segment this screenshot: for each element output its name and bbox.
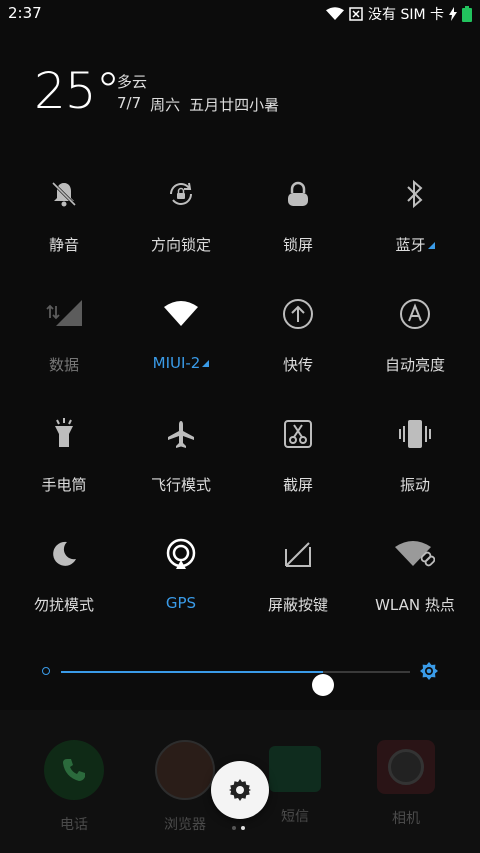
gear-icon <box>229 779 251 801</box>
settings-button[interactable] <box>211 761 269 819</box>
tile-label: 快传 <box>282 356 313 374</box>
weather-condition: 多云 <box>117 73 148 91</box>
vibrate-icon <box>395 414 435 454</box>
flashlight-icon <box>44 414 84 454</box>
tile-label: 屏蔽按键 <box>267 596 328 614</box>
tile-label: 蓝牙 <box>355 234 475 255</box>
bluetooth-icon <box>395 174 435 214</box>
brightness-thumb[interactable] <box>311 674 334 696</box>
tile-label: 截屏 <box>282 476 313 494</box>
page-dot <box>232 826 236 830</box>
moon-icon <box>44 534 84 574</box>
dock-label: 浏览器 <box>164 817 206 833</box>
tile-do-not-disturb[interactable]: 勿扰模式 <box>4 520 124 630</box>
tile-label: 手电筒 <box>41 476 87 494</box>
tile-wifi[interactable]: MIUI-2 <box>121 280 241 390</box>
hotspot-icon <box>395 534 435 574</box>
page-indicator <box>232 826 245 830</box>
tile-block-keys[interactable]: 屏蔽按键 <box>238 520 358 630</box>
tile-mobile-data[interactable]: 数据 <box>4 280 124 390</box>
tile-quick-transfer[interactable]: 快传 <box>238 280 358 390</box>
tile-label: WLAN 热点 <box>375 596 455 614</box>
date: 7/7 <box>117 94 142 112</box>
battery-icon <box>462 6 472 22</box>
tile-label: 方向锁定 <box>150 236 211 254</box>
browser-icon <box>155 740 215 800</box>
tile-label: 自动亮度 <box>384 356 445 374</box>
date-line: 7/7 周六 五月廿四小暑 <box>117 94 279 115</box>
phone-icon <box>44 740 104 800</box>
screenshot-icon <box>278 414 318 454</box>
status-bar: 2:37 没有 SIM 卡 <box>0 0 480 28</box>
wifi-status-icon <box>326 7 344 20</box>
clock: 2:37 <box>8 4 42 22</box>
upload-icon <box>278 294 318 334</box>
tile-bluetooth[interactable]: 蓝牙 <box>355 160 475 270</box>
tile-airplane-mode[interactable]: 飞行模式 <box>121 400 241 510</box>
weekday: 周六 <box>150 96 181 114</box>
lunar-date: 五月廿四小暑 <box>189 96 280 114</box>
tile-gps[interactable]: GPS <box>121 520 241 630</box>
tile-label: 勿扰模式 <box>33 596 94 614</box>
tile-silent[interactable]: 静音 <box>4 160 124 270</box>
auto-brightness-icon <box>395 294 435 334</box>
brightness-track[interactable] <box>61 671 410 696</box>
tile-label: 静音 <box>48 236 79 254</box>
mobile-data-icon <box>44 294 84 334</box>
charging-bolt-icon <box>449 7 457 21</box>
expand-corner-icon <box>427 242 435 249</box>
tile-lock-screen[interactable]: 锁屏 <box>238 160 358 270</box>
page-dot-active <box>241 826 245 830</box>
tile-label: 振动 <box>399 476 430 494</box>
tile-flashlight[interactable]: 手电筒 <box>4 400 124 510</box>
expand-corner-icon <box>202 360 210 367</box>
dock-app-phone[interactable]: 电话 <box>34 740 114 834</box>
tile-label: 飞行模式 <box>150 476 211 494</box>
airplane-icon <box>161 414 201 454</box>
wifi-icon <box>161 294 201 334</box>
no-sim-icon <box>349 7 363 21</box>
tile-rotation-lock[interactable]: 方向锁定 <box>121 160 241 270</box>
tile-wlan-hotspot[interactable]: WLAN 热点 <box>355 520 475 630</box>
tile-label: MIUI-2 <box>121 354 241 372</box>
tile-screenshot[interactable]: 截屏 <box>238 400 358 510</box>
gps-icon <box>161 534 201 574</box>
brightness-high-icon <box>420 662 438 680</box>
temperature[interactable]: 25° <box>34 62 121 120</box>
keys-off-icon <box>278 534 318 574</box>
dock-label: 相机 <box>392 811 420 827</box>
tile-vibrate[interactable]: 振动 <box>355 400 475 510</box>
lock-icon <box>278 174 318 214</box>
brightness-fill <box>61 671 323 673</box>
brightness-slider[interactable] <box>40 657 440 696</box>
message-icon <box>269 746 321 792</box>
dock-app-camera[interactable]: 相机 <box>366 740 446 828</box>
no-sim-text: 没有 SIM 卡 <box>368 7 444 23</box>
tile-label: 锁屏 <box>282 236 313 254</box>
rotation-lock-icon <box>161 174 201 214</box>
tile-auto-brightness[interactable]: 自动亮度 <box>355 280 475 390</box>
dock-label: 电话 <box>60 817 88 833</box>
tile-label: GPS <box>165 594 197 612</box>
tile-label: 数据 <box>48 356 79 374</box>
bell-off-icon <box>44 174 84 214</box>
brightness-low-icon <box>42 667 50 675</box>
camera-icon <box>377 740 435 794</box>
dock-label: 短信 <box>281 809 309 825</box>
